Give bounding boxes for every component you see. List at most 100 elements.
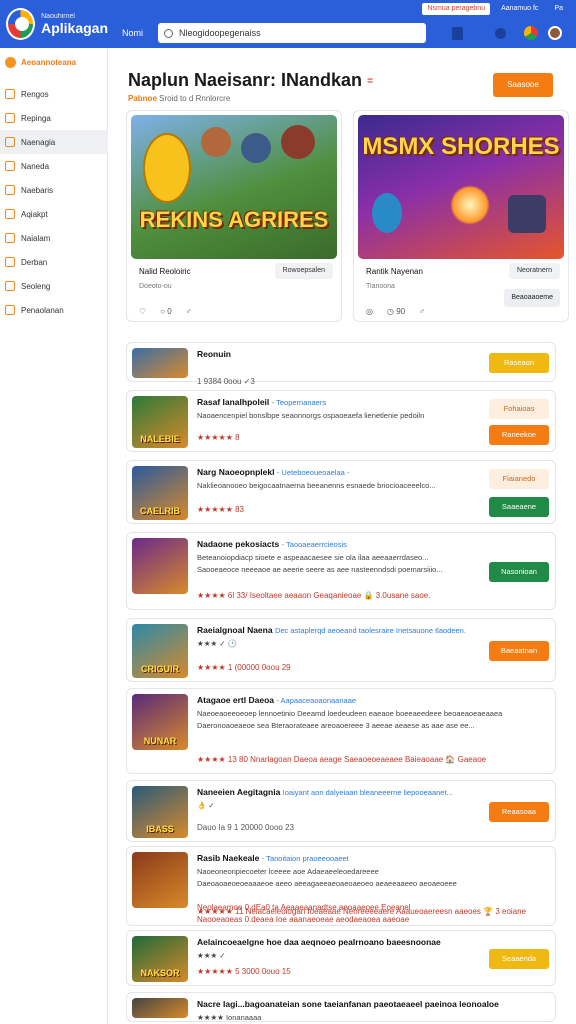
comment-icon[interactable]: ○ 0 <box>160 307 172 316</box>
sidebar-menu: Rengos Repinga Naenagia Naneda Naebaris Aqiak… <box>0 82 108 322</box>
app-category: - Ueteboeoueoaelaa - <box>276 468 350 477</box>
list-item[interactable]: Rasib Naekeale - Tanoitaion praoeeooaeet… <box>126 846 556 926</box>
sidebar-item[interactable]: Aqiakpt <box>0 202 108 226</box>
list-item[interactable]: CAELRIB Narg Naoeopnplekl - Ueteboeoueoae… <box>126 460 556 524</box>
status-chip-lang[interactable]: Pa <box>549 3 568 15</box>
list-item[interactable]: NUNAR Atagaoe ertl Daeoa - Aapaaceaoaonaa… <box>126 688 556 774</box>
install-button[interactable]: Seaaenda <box>489 949 549 969</box>
featured-card[interactable]: MSMX SHORHES Rantik Nayenan Neoratnern T… <box>353 110 569 322</box>
apps-icon[interactable] <box>524 26 538 40</box>
app-title[interactable]: Nacre Iagi...bagoanateian sone taeianfan… <box>197 999 499 1009</box>
sidebar-item-label: Naebaris <box>21 185 54 195</box>
list-item[interactable]: Reonuin 1 9384 0oou ✓3 Raseaon <box>126 342 556 386</box>
sidebar-item[interactable]: Naialam <box>0 226 108 250</box>
notification-bell-icon[interactable] <box>495 27 506 39</box>
clock-icon[interactable]: ◷ 90 <box>387 307 405 316</box>
status-chip-account[interactable]: Aanamuo fc <box>496 3 543 15</box>
app-title[interactable]: Raeialgnoal Naena Dec astaplerqd aeoeand… <box>197 625 466 635</box>
app-thumbnail[interactable]: NUNAR <box>132 694 188 750</box>
app-thumbnail[interactable] <box>132 538 188 594</box>
share-icon[interactable]: ♂ <box>419 307 425 316</box>
app-description-more: Daeoaoaeoeoeaaaeoe aeeo aeeagaeeaeoaeoae… <box>197 879 457 888</box>
app-thumbnail[interactable]: CAELRIB <box>132 466 188 520</box>
bookmark-icon[interactable] <box>452 26 463 40</box>
sidebar-heading[interactable]: Aeoannoteana <box>0 52 108 72</box>
app-title[interactable]: Rasaf Ianalhpoleil - Teopernanaers <box>197 397 326 407</box>
secondary-button[interactable]: Fiaianedo <box>489 469 549 489</box>
main-content: Naplun Naeisanr: INandkan = Pabnoe Sroid… <box>108 48 576 1024</box>
sidebar-item-label: Rengos <box>21 89 49 99</box>
mascot-image <box>143 133 191 203</box>
home-link[interactable]: Nomi <box>122 28 156 38</box>
featured-actions: ♡ ○ 0 ♂ <box>139 307 192 316</box>
sidebar-item[interactable]: Seoleng <box>0 274 108 298</box>
featured-name[interactable]: Rantik Nayenan <box>366 267 423 276</box>
app-description: Beteanoiopdiacp sioete e aspeaacaesee si… <box>197 553 429 562</box>
app-title[interactable]: Reonuin <box>197 349 231 359</box>
featured-tag[interactable]: Neoratnern <box>508 263 560 279</box>
list-item[interactable]: NALEBIE Rasaf Ianalhpoleil - Teopernanaer… <box>126 390 556 452</box>
list-item[interactable]: Nadaone pekosiacts - Taooaeaerrcieosis Be… <box>126 532 556 610</box>
featured-art-title: MSMX SHORHES <box>362 133 560 160</box>
featured-artwork[interactable]: REKINS AGRIRES <box>131 115 337 259</box>
featured-card[interactable]: REKINS AGRIRES Nalid Reoloiric Rowoepsal… <box>126 110 342 322</box>
like-icon[interactable]: ♡ <box>139 307 146 316</box>
app-thumbnail[interactable] <box>132 998 188 1018</box>
app-title[interactable]: Atagaoe ertl Daeoa - Aapaaceaoaonaanaae <box>197 695 356 705</box>
install-button[interactable]: Baeaatnan <box>489 641 549 661</box>
app-thumbnail[interactable]: NAKSOR <box>132 936 188 982</box>
featured-tag[interactable]: Rowoepsalen <box>274 263 333 279</box>
app-description: Naklieoanooeo beigocaatnaerna beeanenns … <box>197 481 436 490</box>
app-stats: Dauo Ia 9 1 20000 0ooo 23 <box>197 823 294 832</box>
app-thumbnail[interactable]: NALEBIE <box>132 396 188 448</box>
tag-icon[interactable]: ◎ <box>366 307 373 316</box>
user-avatar[interactable] <box>548 26 562 40</box>
sidebar-item[interactable]: Rengos <box>0 82 108 106</box>
app-thumbnail[interactable] <box>132 348 188 378</box>
app-title[interactable]: Rasib Naekeale - Tanoitaion praoeeooaeet <box>197 853 349 863</box>
sidebar-item[interactable]: Derban <box>0 250 108 274</box>
featured-button[interactable]: Beaoaaoeme <box>504 289 560 307</box>
primary-action-button[interactable]: Saasooe <box>493 73 553 97</box>
sidebar-item[interactable]: Naebaris <box>0 178 108 202</box>
app-thumbnail[interactable]: CRIGUIR <box>132 624 188 678</box>
secondary-button[interactable]: Fohaioas <box>489 399 549 419</box>
list-item[interactable]: Nacre Iagi...bagoanateian sone taeianfan… <box>126 992 556 1022</box>
app-title[interactable]: Nadaone pekosiacts - Taooaeaerrcieosis <box>197 539 347 549</box>
folder-icon <box>5 281 15 291</box>
install-button[interactable]: Nasonioan <box>489 562 549 582</box>
app-name: Narg Naoeopnplekl <box>197 467 275 477</box>
install-button[interactable]: Saaeaene <box>489 497 549 517</box>
sidebar-item-label: Naialam <box>21 233 51 243</box>
app-description: Naeoeaoeeoeoep lennoetinio Deeamd loedeu… <box>197 709 503 718</box>
page-title-text: Naplun Naeisanr: INandkan <box>128 70 363 90</box>
folder-icon <box>5 113 15 123</box>
app-thumbnail[interactable] <box>132 852 188 908</box>
sidebar-item[interactable]: Repinga <box>0 106 108 130</box>
app-title[interactable]: Naneeien Aegitagnia Ioaiyant aon dalyeia… <box>197 787 453 797</box>
list-item[interactable]: CRIGUIR Raeialgnoal Naena Dec astaplerqd … <box>126 618 556 682</box>
app-category: - Tanoitaion praoeeooaeet <box>261 854 349 863</box>
page-subtitle: Pabnoe Sroid to d Rnnlorcre <box>128 94 230 103</box>
status-chip-alert[interactable]: Nsmua peragebnu <box>422 3 491 15</box>
search-input[interactable]: Nleogidoopegenaiss <box>158 23 426 43</box>
sidebar-item[interactable]: Naneda <box>0 154 108 178</box>
featured-name[interactable]: Nalid Reoloiric <box>139 267 191 276</box>
sidebar-item[interactable]: Penaolanan <box>0 298 108 322</box>
app-thumbnail[interactable]: IBASS <box>132 786 188 838</box>
subtitle-highlight: Pabnoe <box>128 94 157 103</box>
install-button[interactable]: Raseaon <box>489 353 549 373</box>
share-icon[interactable]: ♂ <box>186 307 192 316</box>
install-button[interactable]: Raneekoe <box>489 425 549 445</box>
sidebar-item[interactable]: Naenagia <box>0 130 108 154</box>
app-title[interactable]: Narg Naoeopnplekl - Ueteboeoueoaelaa - <box>197 467 349 477</box>
list-item[interactable]: IBASS Naneeien Aegitagnia Ioaiyant aon da… <box>126 780 556 842</box>
search-value: Nleogidoopegenaiss <box>179 28 261 38</box>
featured-artwork[interactable]: MSMX SHORHES <box>358 115 564 259</box>
app-title[interactable]: Aelaincoeaelgne hoe daa aeqnoeo pealrnoa… <box>197 937 441 947</box>
list-item[interactable]: NAKSOR Aelaincoeaelgne hoe daa aeqnoeo pe… <box>126 930 556 986</box>
app-description: 👌 ✓ <box>197 801 215 810</box>
app-name: Raeialgnoal Naena <box>197 625 273 635</box>
brand[interactable]: Naouhirnel Aplikagan <box>0 0 108 48</box>
install-button[interactable]: Reaasoaa <box>489 802 549 822</box>
